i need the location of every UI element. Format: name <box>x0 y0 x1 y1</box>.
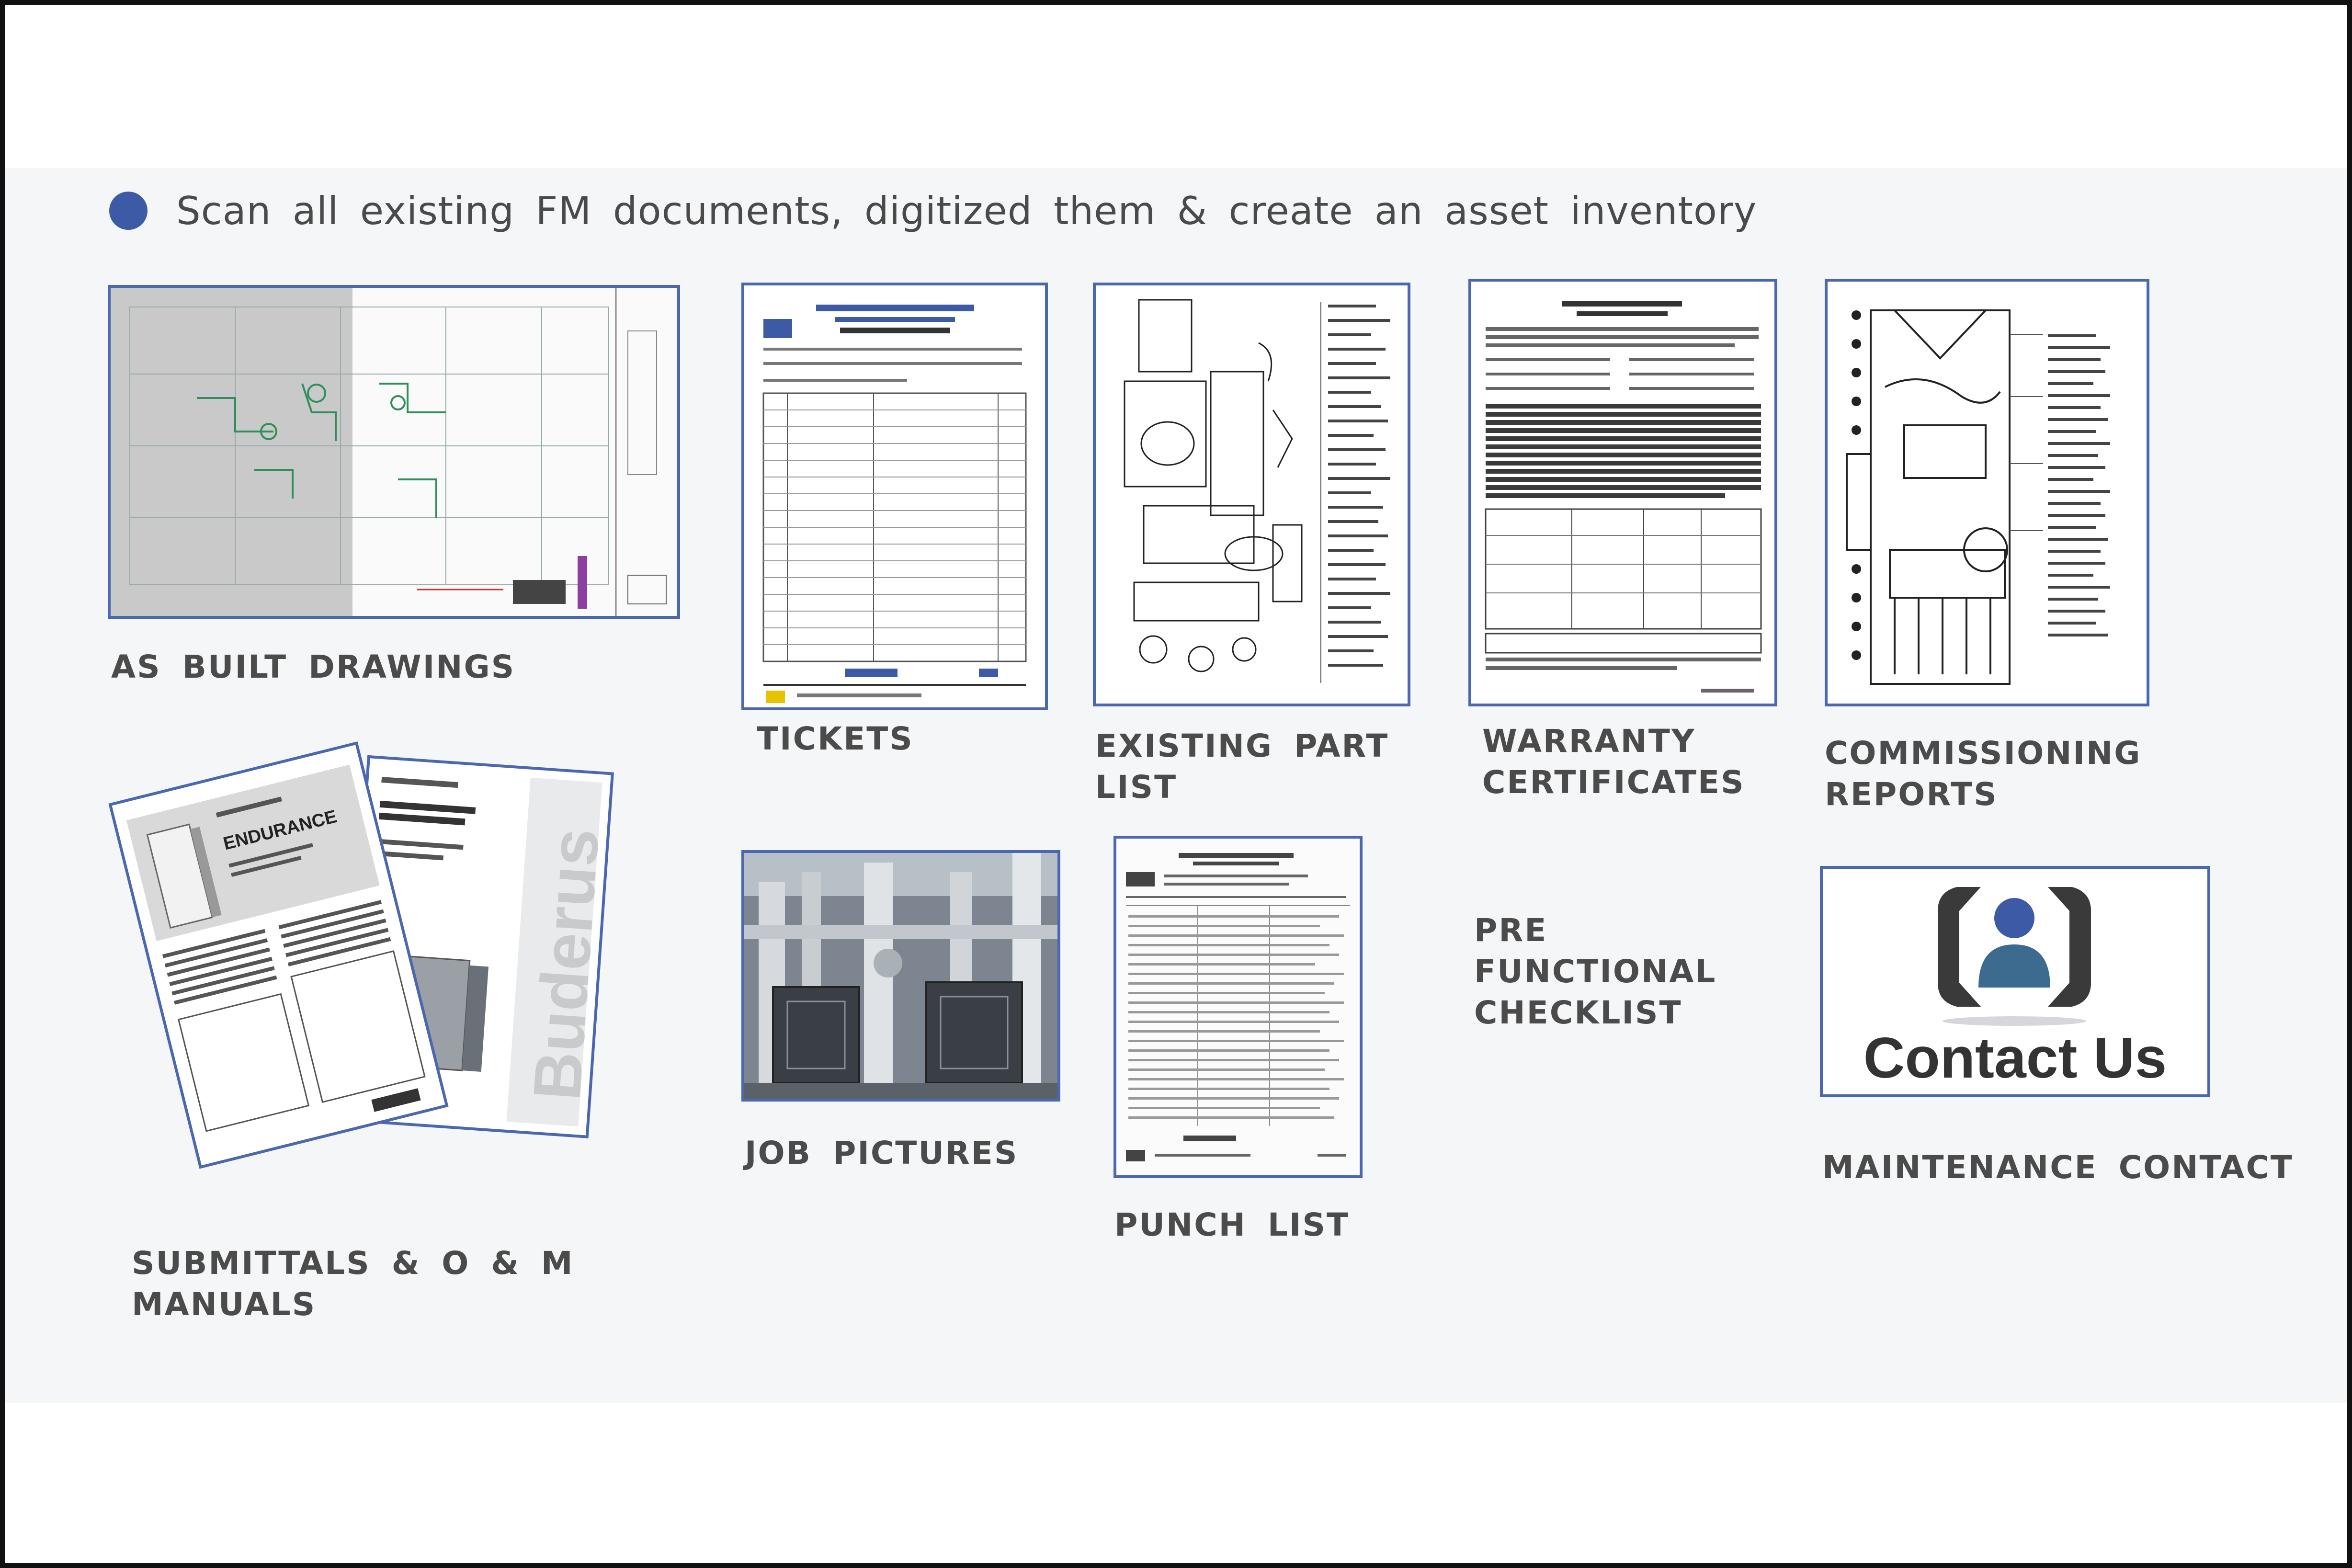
commissioning-thumbnail[interactable] <box>1825 279 2149 706</box>
punch-list-scan-image <box>1116 839 1360 1175</box>
drawing-plan-image <box>111 288 677 616</box>
ticket-form-image <box>762 305 1027 703</box>
intro-bullet: Scan all existing FM documents, digitize… <box>109 184 1757 237</box>
warranty-thumbnail[interactable] <box>1468 279 1777 706</box>
mechanical-room-photo <box>744 853 1057 1099</box>
job-pictures-label: JOB PICTURES <box>745 1135 1019 1171</box>
contact-person-icon <box>1938 887 2091 1026</box>
warranty-certificate-image <box>1485 301 1762 693</box>
existing-part-list-label: EXISTING PART LIST <box>1095 727 1389 806</box>
punch-list-thumbnail[interactable] <box>1114 836 1363 1178</box>
tickets-thumbnail[interactable] <box>741 283 1048 710</box>
bullet-dot-icon <box>109 192 148 230</box>
job-pictures-thumbnail[interactable] <box>741 850 1060 1102</box>
maintenance-contact-label: MAINTENANCE CONTACT <box>1822 1149 2294 1186</box>
as-built-drawings-label: AS BUILT DRAWINGS <box>111 648 516 685</box>
manuals-thumbnail[interactable]: Buderus ENDURANCE <box>101 738 642 1212</box>
manual-covers-image: Buderus ENDURANCE <box>108 741 614 1169</box>
intro-text: Scan all existing FM documents, digitize… <box>176 188 1757 233</box>
commissioning-diagram-image <box>1846 309 2110 685</box>
warranty-certificates-label: WARRANTY CERTIFICATES <box>1482 723 1745 801</box>
part-list-thumbnail[interactable] <box>1093 283 1410 706</box>
punch-list-label: PUNCH LIST <box>1114 1206 1350 1243</box>
contact-us-text: Contact Us <box>1863 1026 2167 1090</box>
as-built-drawing-thumbnail[interactable] <box>108 285 680 619</box>
tickets-label: TICKETS <box>757 720 914 757</box>
submittals-manuals-label: SUBMITTALS & O & M MANUALS <box>132 1245 574 1323</box>
exploded-parts-diagram-image <box>1124 299 1390 683</box>
commissioning-reports-label: COMMISSIONING REPORTS <box>1825 735 2142 813</box>
contact-us-button[interactable]: Contact Us <box>1820 866 2210 1097</box>
pre-functional-checklist-label[interactable]: PRE FUNCTIONAL CHECKLIST <box>1474 910 1716 1034</box>
